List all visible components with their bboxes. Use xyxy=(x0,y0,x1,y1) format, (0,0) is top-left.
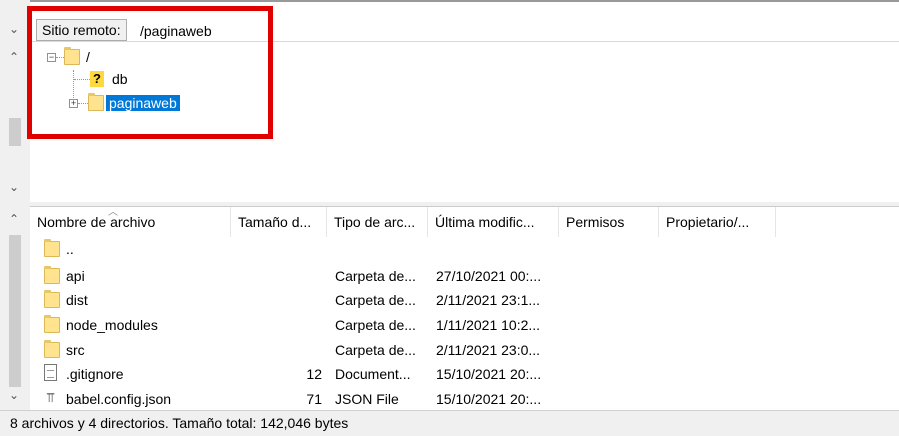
folder-icon xyxy=(64,47,80,65)
file-type: Carpeta de... xyxy=(335,317,416,333)
file-type: Carpeta de... xyxy=(335,342,416,358)
column-header-name[interactable]: ︿ Nombre de archivo xyxy=(30,207,231,237)
column-header-modified[interactable]: Última modific... xyxy=(428,207,559,237)
folder-icon xyxy=(44,315,60,333)
tree-node-db[interactable]: ? db xyxy=(74,71,128,87)
file-name: node_modules xyxy=(66,317,158,333)
left-scrollbar[interactable]: ⌄ ⌃ ⌄ ⌃ ⌄ xyxy=(0,0,30,436)
collapse-icon[interactable]: − xyxy=(47,52,56,62)
scrollbar-thumb[interactable] xyxy=(9,235,21,387)
file-size: 71 xyxy=(306,391,322,407)
list-item[interactable]: ⫪ babel.config.json 71 JSON File 15/10/2… xyxy=(30,387,899,410)
status-bar: 8 archivos y 4 directorios. Tamaño total… xyxy=(0,410,899,436)
column-header-owner[interactable]: Propietario/... xyxy=(659,207,776,237)
tree-node-label: db xyxy=(112,71,128,87)
column-header-size[interactable]: Tamaño d... xyxy=(231,207,327,237)
folder-icon xyxy=(88,93,104,111)
list-item[interactable]: .gitignore 12 Document... 15/10/2021 20:… xyxy=(30,362,899,387)
column-header-permissions[interactable]: Permisos xyxy=(559,207,659,237)
chevron-up-icon[interactable]: ⌃ xyxy=(2,48,26,66)
chevron-up-icon[interactable]: ⌃ xyxy=(2,210,26,228)
tree-node-label: / xyxy=(86,49,90,65)
remote-site-bar: Sitio remoto: /paginaweb xyxy=(30,14,899,42)
list-item[interactable]: node_modules Carpeta de... 1/11/2021 10:… xyxy=(30,313,899,338)
json-file-icon: ⫪ xyxy=(46,390,55,405)
chevron-down-icon[interactable]: ⌄ xyxy=(2,178,26,196)
tree-node-paginaweb[interactable]: + paginaweb xyxy=(69,93,180,111)
file-modified: 2/11/2021 23:0... xyxy=(436,342,541,358)
tree-node-label: paginaweb xyxy=(106,95,180,111)
file-size: 12 xyxy=(306,366,322,382)
file-name: src xyxy=(66,342,85,358)
remote-site-label: Sitio remoto: xyxy=(36,19,127,41)
sort-ascending-icon: ︿ xyxy=(108,207,118,218)
remote-tree-panel: Sitio remoto: /paginaweb − / ? db + pagi… xyxy=(30,0,899,202)
list-item[interactable]: dist Carpeta de... 2/11/2021 23:1... xyxy=(30,288,899,313)
unknown-folder-icon: ? xyxy=(90,71,104,87)
folder-icon xyxy=(44,290,60,308)
remote-path-input[interactable]: /paginaweb xyxy=(140,23,212,39)
list-item[interactable]: .. xyxy=(30,237,899,262)
list-item[interactable]: api Carpeta de... 27/10/2021 00:... xyxy=(30,264,899,289)
folder-icon xyxy=(44,340,60,358)
file-modified: 15/10/2021 20:... xyxy=(436,391,542,407)
file-modified: 2/11/2021 23:1... xyxy=(436,292,541,308)
file-modified: 1/11/2021 10:2... xyxy=(436,317,541,333)
status-text: 8 archivos y 4 directorios. Tamaño total… xyxy=(10,415,349,431)
column-header-type[interactable]: Tipo de arc... xyxy=(327,207,428,237)
file-name: dist xyxy=(66,292,88,308)
file-modified: 15/10/2021 20:... xyxy=(436,366,542,382)
file-modified: 27/10/2021 00:... xyxy=(436,268,542,284)
file-name: .. xyxy=(66,241,74,257)
file-name: api xyxy=(66,268,85,284)
expand-icon[interactable]: + xyxy=(69,98,78,108)
file-list-panel: ︿ Nombre de archivo Tamaño d... Tipo de … xyxy=(30,207,899,410)
file-type: Carpeta de... xyxy=(335,268,416,284)
file-type: JSON File xyxy=(335,391,399,407)
folder-icon xyxy=(44,266,60,284)
chevron-down-icon[interactable]: ⌄ xyxy=(2,386,26,404)
file-name: .gitignore xyxy=(66,366,124,382)
scrollbar-thumb[interactable] xyxy=(9,118,21,146)
list-item[interactable]: src Carpeta de... 2/11/2021 23:0... xyxy=(30,338,899,363)
document-icon xyxy=(44,364,57,381)
file-name: babel.config.json xyxy=(66,391,172,407)
tree-node-root[interactable]: − / xyxy=(47,47,90,65)
file-type: Carpeta de... xyxy=(335,292,416,308)
file-type: Document... xyxy=(335,366,411,382)
chevron-down-icon[interactable]: ⌄ xyxy=(2,20,26,38)
folder-icon xyxy=(44,239,60,257)
